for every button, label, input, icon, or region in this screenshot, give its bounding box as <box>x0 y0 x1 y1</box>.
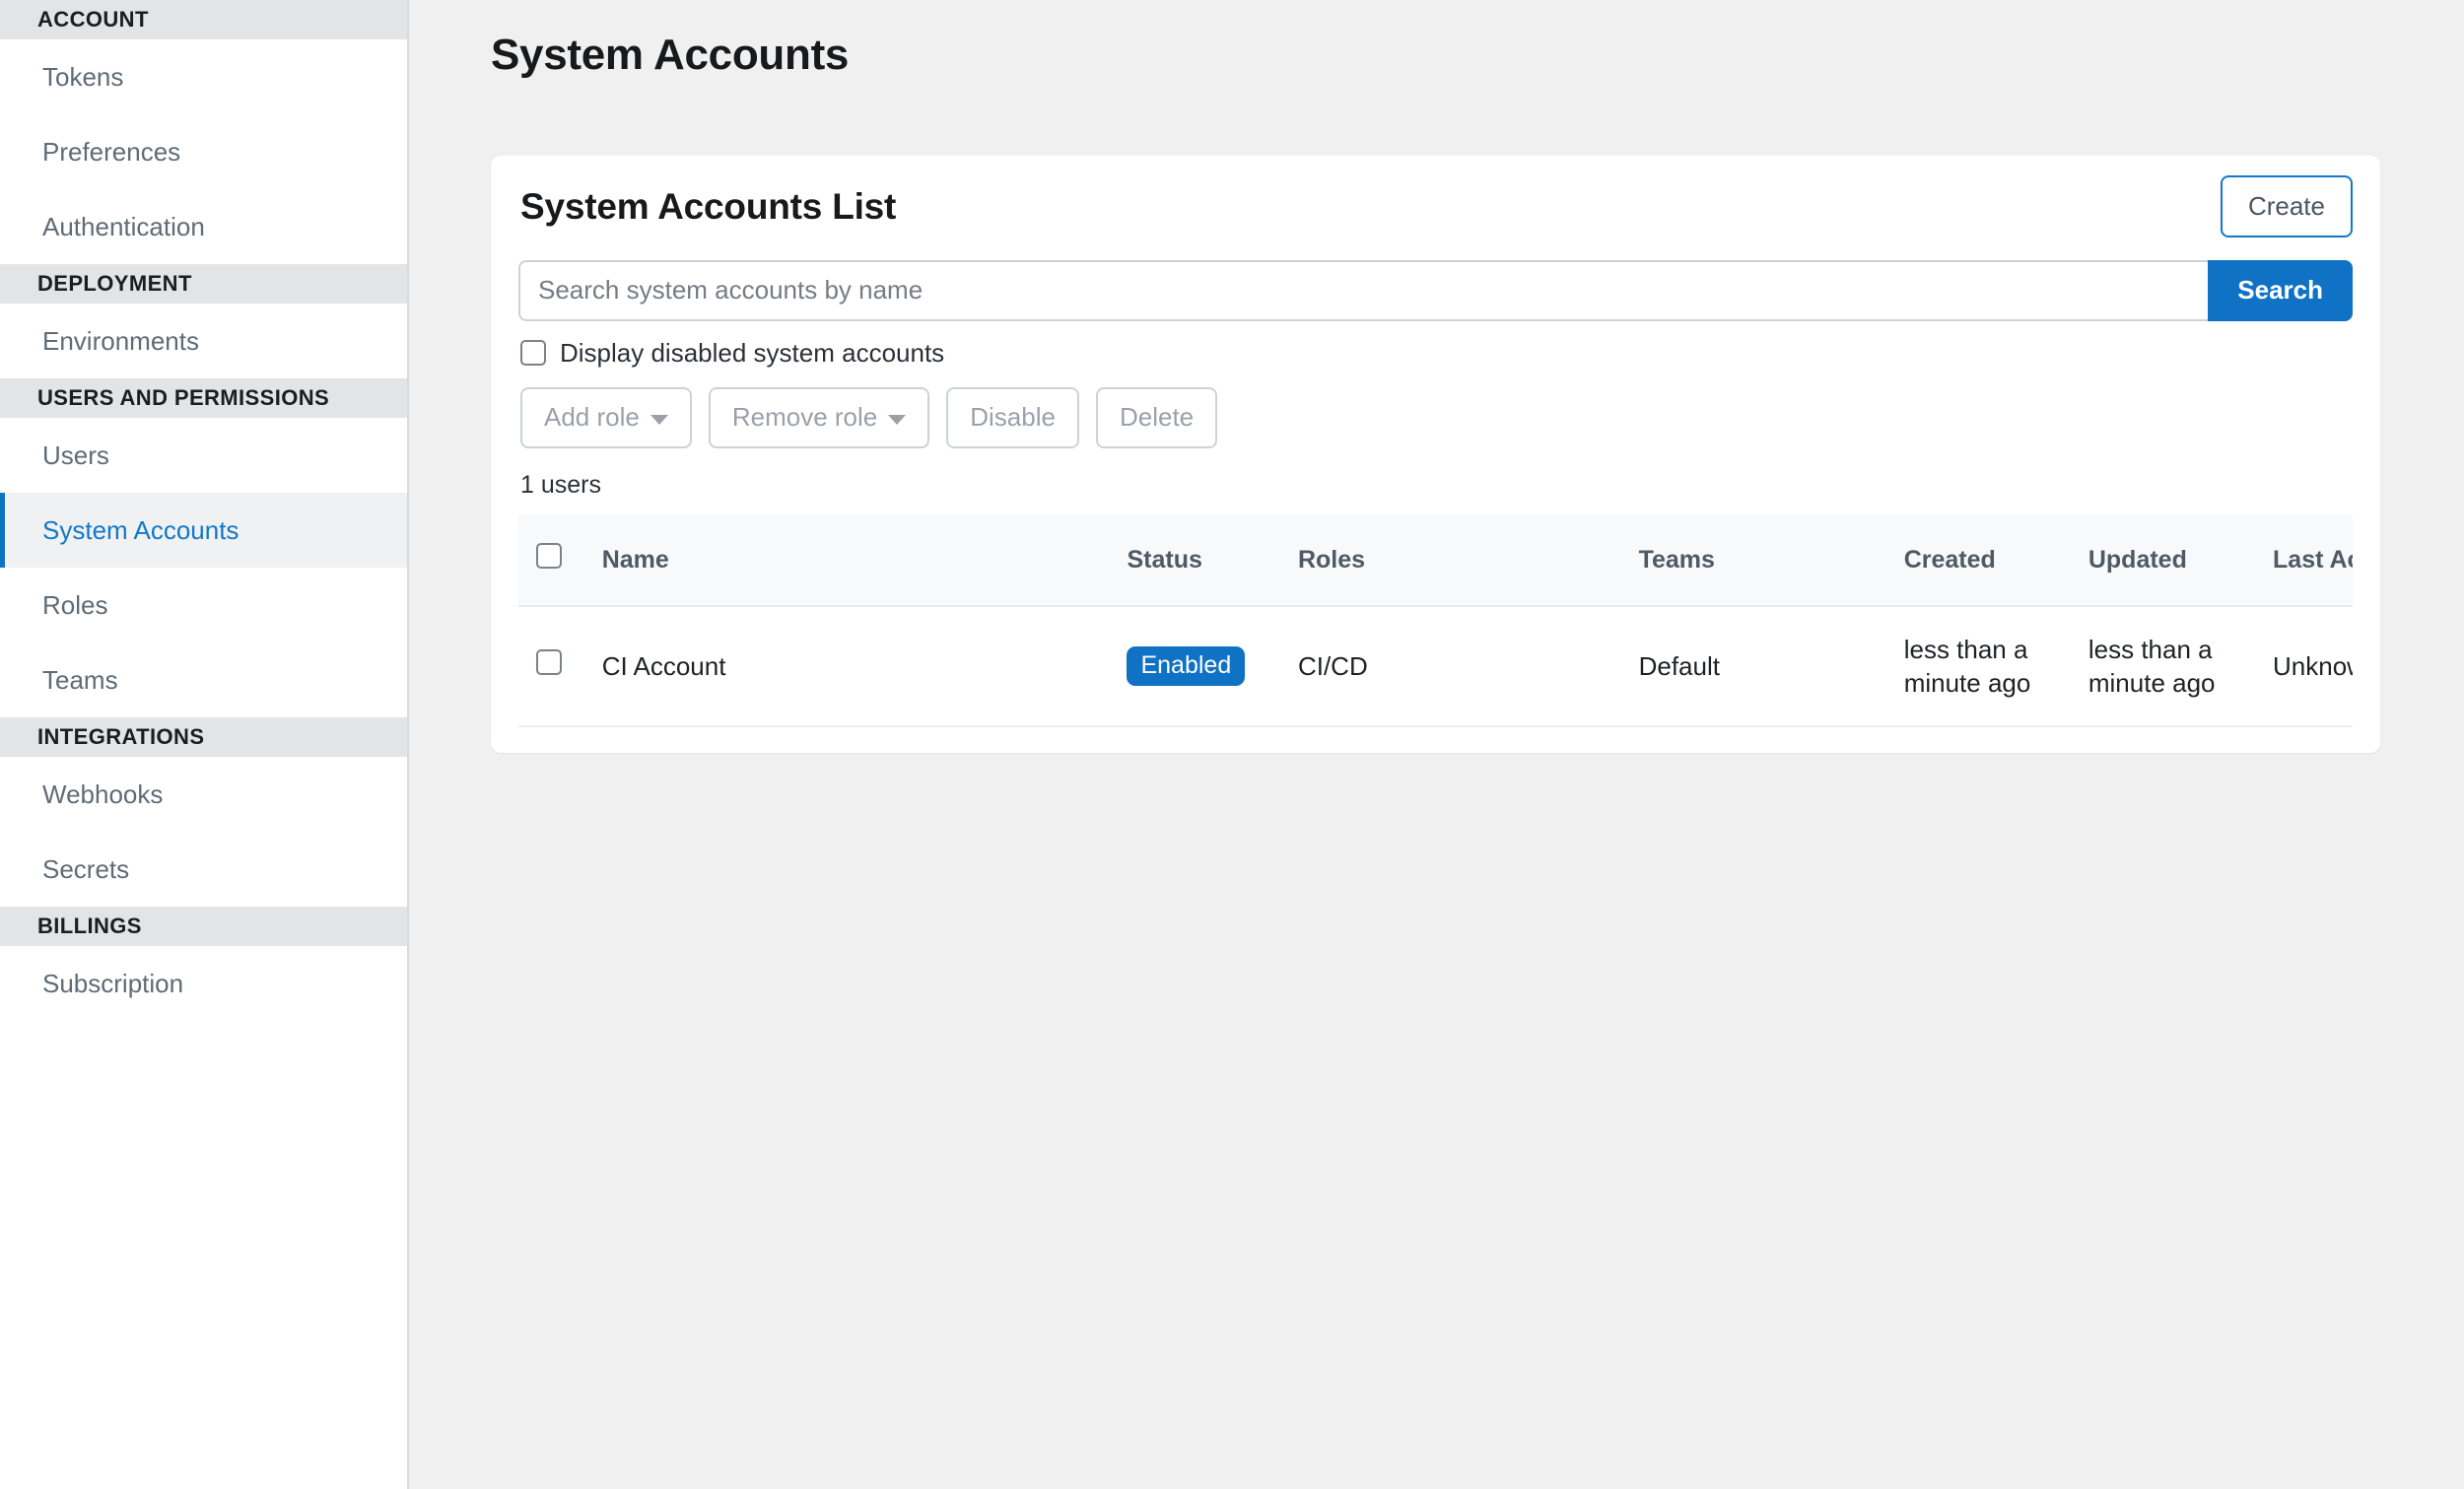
column-header-name[interactable]: Name <box>601 514 1128 607</box>
delete-button[interactable]: Delete <box>1095 386 1218 448</box>
results-count: 1 users <box>520 470 601 499</box>
chevron-down-icon <box>888 414 907 425</box>
display-disabled-label: Display disabled system accounts <box>560 337 945 368</box>
sidebar-item-label: Users <box>42 440 109 470</box>
sidebar-item-label: Environments <box>42 326 199 356</box>
bulk-actions-toolbar: Add role Remove role Disable Delete <box>518 386 2353 448</box>
remove-role-label: Remove role <box>731 402 878 433</box>
display-disabled-checkbox[interactable] <box>520 339 546 366</box>
select-all-header <box>518 514 602 607</box>
sidebar-item-label: Tokens <box>42 62 124 92</box>
sidebar-item-webhooks[interactable]: Webhooks <box>0 757 407 832</box>
cell-name: CI Account <box>601 605 1128 728</box>
sidebar-item-label: Webhooks <box>42 779 164 809</box>
disable-label: Disable <box>970 402 1056 433</box>
column-header-roles[interactable]: Roles <box>1297 514 1639 607</box>
create-button[interactable]: Create <box>2220 174 2353 237</box>
sidebar-item-teams[interactable]: Teams <box>0 643 407 717</box>
status-badge: Enabled <box>1127 646 1246 687</box>
sidebar-item-label: Preferences <box>42 137 181 167</box>
sidebar-item-label: Subscription <box>42 969 184 998</box>
cell-status: Enabled <box>1127 605 1298 728</box>
row-select-checkbox[interactable] <box>536 648 562 675</box>
table-header: Name Status Roles Teams Created Updated … <box>518 514 2353 607</box>
sidebar-item-roles[interactable]: Roles <box>0 568 407 643</box>
system-accounts-card: System Accounts List Create Search Displ… <box>491 155 2380 754</box>
app-root: ACCOUNT Tokens Preferences Authenticatio… <box>0 0 2464 1489</box>
card-header: System Accounts List Create <box>518 174 2353 237</box>
add-role-button[interactable]: Add role <box>520 386 692 448</box>
display-disabled-row: Display disabled system accounts <box>518 337 2353 368</box>
sidebar-item-subscription[interactable]: Subscription <box>0 946 407 1021</box>
column-header-teams[interactable]: Teams <box>1638 514 1904 607</box>
sidebar-section-header-integrations: INTEGRATIONS <box>0 717 407 757</box>
table-scroll-container[interactable]: Name Status Roles Teams Created Updated … <box>518 514 2353 728</box>
cell-last-accessed: Unknown <box>2273 605 2353 728</box>
card-title: System Accounts List <box>520 185 897 227</box>
search-button[interactable]: Search <box>2208 259 2353 321</box>
row-select-cell <box>518 605 602 728</box>
sidebar-item-preferences[interactable]: Preferences <box>0 114 407 189</box>
sidebar-item-label: Authentication <box>42 212 205 241</box>
system-accounts-table: Name Status Roles Teams Created Updated … <box>518 514 2353 728</box>
sidebar-item-label: Secrets <box>42 854 130 884</box>
select-all-checkbox[interactable] <box>536 542 562 569</box>
column-header-created[interactable]: Created <box>1903 514 2088 607</box>
remove-role-button[interactable]: Remove role <box>708 386 930 448</box>
table-header-row: Name Status Roles Teams Created Updated … <box>518 514 2353 607</box>
cell-created: less than a minute ago <box>1903 605 2088 728</box>
sidebar-section-header-account: ACCOUNT <box>0 0 407 39</box>
sidebar-item-label: Roles <box>42 590 108 620</box>
sidebar-item-authentication[interactable]: Authentication <box>0 189 407 264</box>
table-body: CI Account Enabled CI/CD Default less th… <box>518 605 2353 728</box>
sidebar-item-secrets[interactable]: Secrets <box>0 832 407 907</box>
add-role-label: Add role <box>544 402 640 433</box>
sidebar-section-header-users-and-permissions: USERS AND PERMISSIONS <box>0 378 407 418</box>
sidebar-item-label: Teams <box>42 665 118 695</box>
sidebar-item-environments[interactable]: Environments <box>0 304 407 378</box>
chevron-down-icon <box>650 414 668 425</box>
sidebar-item-system-accounts[interactable]: System Accounts <box>0 493 407 568</box>
sidebar-item-users[interactable]: Users <box>0 418 407 493</box>
sidebar-section-header-deployment: DEPLOYMENT <box>0 264 407 304</box>
column-header-updated[interactable]: Updated <box>2088 514 2274 607</box>
column-header-last-accessed[interactable]: Last Accessed <box>2273 514 2353 607</box>
page-title: System Accounts <box>491 31 850 79</box>
sidebar: ACCOUNT Tokens Preferences Authenticatio… <box>0 0 409 1489</box>
cell-updated: less than a minute ago <box>2088 605 2274 728</box>
sidebar-item-tokens[interactable]: Tokens <box>0 39 407 114</box>
disable-button[interactable]: Disable <box>946 386 1079 448</box>
cell-roles: CI/CD <box>1297 605 1639 728</box>
search-row: Search <box>518 259 2353 321</box>
table-row[interactable]: CI Account Enabled CI/CD Default less th… <box>518 605 2353 728</box>
search-input[interactable] <box>518 259 2209 321</box>
cell-teams: Default <box>1638 605 1904 728</box>
sidebar-item-label: System Accounts <box>42 515 240 545</box>
column-header-status[interactable]: Status <box>1127 514 1298 607</box>
main-content: System Accounts System Accounts List Cre… <box>409 0 2464 1489</box>
delete-label: Delete <box>1119 402 1195 433</box>
sidebar-section-header-billings: BILLINGS <box>0 907 407 946</box>
